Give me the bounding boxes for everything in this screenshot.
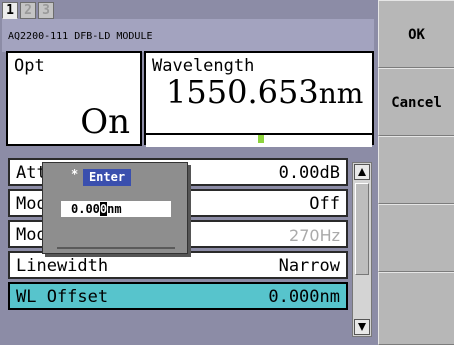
param-label: Linewidth (16, 256, 109, 276)
softkey-5[interactable] (378, 272, 454, 345)
param-value: 270Hz (289, 226, 340, 245)
param-value: 0.00dB (278, 163, 340, 183)
entry-digits: 0.00 (71, 202, 100, 216)
entry-unit: nm (107, 202, 122, 216)
page-tabs: 1 2 3 (2, 2, 54, 19)
param-label: WL Offset (16, 287, 109, 307)
wavelength-display: 1550.653nm (166, 73, 363, 111)
tab-3[interactable]: 3 (38, 2, 54, 19)
opt-value: On (80, 102, 130, 142)
wavelength-marker (258, 135, 264, 143)
dialog-star: * (71, 167, 79, 181)
module-title: AQ2200-111 DFB-LD MODULE (8, 31, 153, 42)
enter-dialog: * Enter 0.000nm (42, 162, 188, 254)
softkey-4[interactable] (378, 204, 454, 272)
scroll-down-button[interactable] (354, 319, 370, 335)
dialog-inner-area (57, 223, 175, 249)
dialog-title: Enter (83, 169, 131, 186)
param-value: Narrow (278, 256, 340, 276)
param-row-wl-offset[interactable]: WL Offset 0.000nm (8, 282, 348, 310)
triangle-down-icon (358, 323, 366, 331)
optical-output-box[interactable]: Opt On (6, 51, 142, 146)
wavelength-value: 1550.653 (166, 73, 319, 111)
param-value: 0.000nm (268, 287, 340, 307)
softkey-panel: OK Cancel (378, 0, 454, 345)
cancel-button[interactable]: Cancel (378, 68, 454, 136)
main-panel: 1 2 3 AQ2200-111 DFB-LD MODULE Opt On Wa… (0, 0, 378, 345)
param-scrollbar[interactable] (352, 162, 372, 337)
scroll-up-button[interactable] (354, 164, 370, 180)
wavelength-unit: nm (318, 77, 364, 110)
numeric-entry-field[interactable]: 0.000nm (61, 201, 171, 217)
opt-label: Opt (14, 56, 45, 76)
param-value: Off (309, 194, 340, 214)
wavelength-box[interactable]: Wavelength 1550.653nm (144, 51, 374, 147)
softkey-3[interactable] (378, 136, 454, 204)
param-row-linewidth[interactable]: Linewidth Narrow (8, 251, 348, 279)
triangle-up-icon (358, 168, 366, 176)
entry-text: 0.000nm (71, 202, 122, 216)
ok-button[interactable]: OK (378, 0, 454, 68)
scroll-thumb[interactable] (355, 183, 369, 275)
tab-1[interactable]: 1 (2, 2, 18, 19)
wavelength-scale (146, 133, 372, 147)
tab-2[interactable]: 2 (20, 2, 36, 19)
